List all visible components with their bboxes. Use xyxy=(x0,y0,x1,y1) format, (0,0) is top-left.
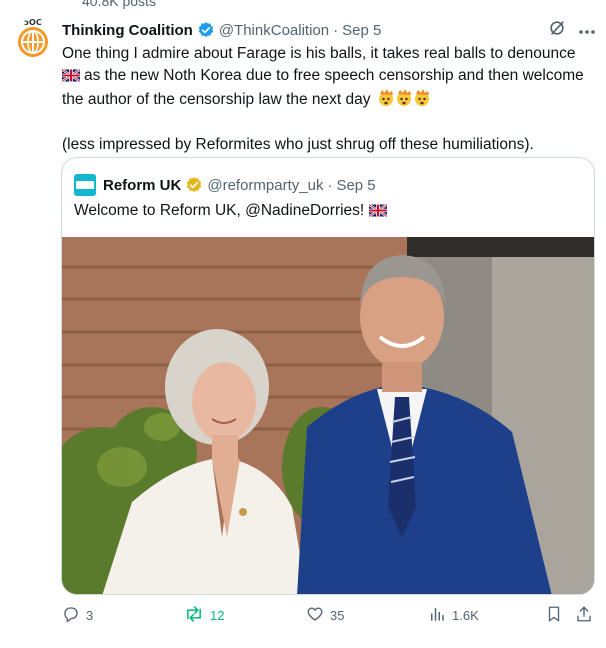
like-count: 35 xyxy=(330,608,345,623)
tweet-text-part2: as the new Noth Korea due to free speech… xyxy=(62,67,584,108)
share-upload-icon xyxy=(575,605,593,626)
tweet-text-paragraph2: (less impressed by Reformites who just s… xyxy=(62,136,534,153)
tweet-header: Thinking Coalition @ThinkCoalition · Sep… xyxy=(62,21,381,39)
quote-date[interactable]: Sep 5 xyxy=(336,177,375,194)
reply-bubble-icon xyxy=(62,605,80,626)
tweet-date[interactable]: Sep 5 xyxy=(342,22,381,39)
quote-header: Reform UK @reformparty_uk · Sep 5 xyxy=(74,174,376,196)
more-dots-icon[interactable] xyxy=(578,22,596,40)
tweet-text-part1: One thing I admire about Farage is his b… xyxy=(62,45,576,62)
tweet-actions: 3 12 35 1.6K xyxy=(62,605,597,629)
quote-text: Welcome to Reform UK, @NadineDorries! xyxy=(74,202,365,219)
reply-button[interactable]: 3 xyxy=(62,605,93,626)
verified-gold-badge-icon xyxy=(185,176,203,194)
uk-flag-icon xyxy=(61,67,81,89)
retweet-arrows-icon xyxy=(184,605,204,626)
quote-photo[interactable] xyxy=(62,237,595,595)
views-button[interactable]: 1.6K xyxy=(428,605,479,626)
quote-text-row: Welcome to Reform UK, @NadineDorries! xyxy=(74,202,391,222)
globe-logo-icon: ↄOC xyxy=(18,18,48,57)
quote-avatar[interactable] xyxy=(74,174,96,196)
author-handle[interactable]: @ThinkCoalition xyxy=(219,22,329,39)
bar-chart-icon xyxy=(428,605,446,626)
view-count: 1.6K xyxy=(452,608,479,623)
heart-icon xyxy=(306,605,324,626)
exploding-head-emoji-icon xyxy=(377,89,431,114)
retweet-count: 12 xyxy=(210,608,225,623)
author-name[interactable]: Thinking Coalition xyxy=(62,22,193,39)
bookmark-icon xyxy=(545,605,563,626)
post-count: 40.8K posts xyxy=(82,0,156,9)
tweet-top-actions xyxy=(548,19,596,42)
verified-badge-icon xyxy=(197,21,215,39)
quote-handle[interactable]: @reformparty_uk xyxy=(207,177,323,194)
share-button[interactable] xyxy=(575,605,593,626)
quoted-tweet[interactable]: Reform UK @reformparty_uk · Sep 5 Welcom… xyxy=(61,157,595,595)
uk-flag-icon xyxy=(367,203,388,222)
separator-dot: · xyxy=(333,21,339,39)
grok-slash-icon[interactable] xyxy=(548,19,566,42)
quote-author-name[interactable]: Reform UK xyxy=(103,177,181,194)
quote-separator-dot: · xyxy=(327,176,333,194)
bookmark-button[interactable] xyxy=(545,605,563,626)
author-avatar[interactable]: ↄOC xyxy=(12,16,54,58)
retweet-button[interactable]: 12 xyxy=(184,605,224,626)
svg-text:ↄOC: ↄOC xyxy=(24,18,42,27)
reply-count: 3 xyxy=(86,608,94,623)
like-button[interactable]: 35 xyxy=(306,605,344,626)
tweet-text: One thing I admire about Farage is his b… xyxy=(61,43,597,156)
